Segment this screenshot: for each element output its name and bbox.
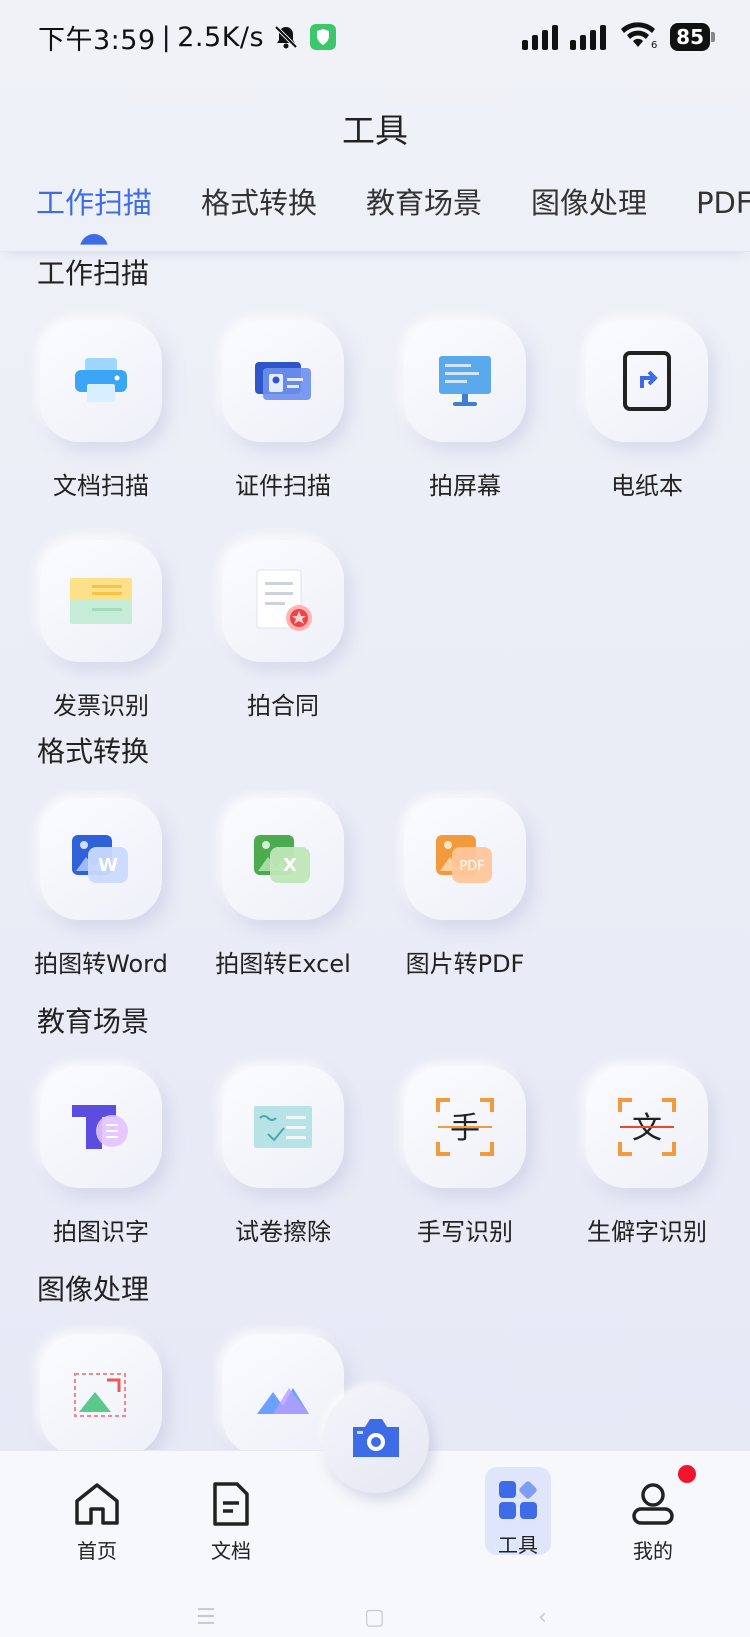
camera-icon [349,1415,403,1465]
tools-active-highlight: 工具 [485,1467,551,1557]
tool-image-to-excel[interactable]: X 拍图转Excel [192,798,374,979]
tool-text-recognition[interactable]: 拍图识字 [10,1066,192,1247]
rare-char-icon: 文 [586,1066,708,1188]
tool-document-scan[interactable]: 文档扫描 [10,320,192,501]
tool-label: 文档扫描 [53,472,149,500]
nav-label: 文档 [211,1539,251,1563]
word-badge-text: W [98,855,118,876]
category-tabs: 工作扫描 格式转换 教育场景 图像处理 PDF工 [0,180,750,252]
contract-icon [222,540,344,662]
text-recognition-icon [40,1066,162,1188]
status-time: 下午3:59 [38,24,156,56]
camera-button[interactable] [323,1387,429,1493]
tool-label: 电纸本 [611,472,683,500]
tool-image-to-word[interactable]: W 拍图转Word [10,798,192,979]
tool-image-to-pdf[interactable]: PDF 图片转PDF [374,798,556,979]
tool-contract[interactable]: 拍合同 [192,540,374,721]
tool-label: 手写识别 [417,1218,513,1246]
tool-label: 拍合同 [247,692,319,720]
system-navigation-bar: ☰ ▢ ‹ [0,1605,750,1635]
tool-label: 试卷擦除 [235,1218,331,1246]
tab-format-convert[interactable]: 格式转换 [201,180,317,251]
network-speed: 2.5K/s [177,21,265,53]
tool-label: 拍屏幕 [429,472,501,500]
tool-image-resize[interactable] [10,1334,192,1452]
excel-badge-text: X [283,855,297,876]
pdf-badge-text: PDF [459,859,484,874]
signal-icon [570,24,607,50]
invoice-icon [40,540,162,662]
tab-education[interactable]: 教育场景 [366,180,482,251]
nav-tools[interactable]: 工具 [463,1467,573,1557]
page-title: 工具 [342,111,408,150]
status-right: 6 85 [522,21,715,53]
rare-char-glyph: 文 [632,1111,662,1146]
handwriting-glyph: 手 [450,1111,480,1146]
tool-exam-erase[interactable]: 试卷擦除 [192,1066,374,1247]
handwriting-icon: 手 [404,1066,526,1188]
bell-muted-icon [272,23,300,51]
image-resize-icon [40,1334,162,1452]
status-bar: 下午3:59 | 2.5K/s 6 85 [0,0,750,74]
nav-documents[interactable]: 文档 [176,1481,286,1564]
e-ink-tablet-icon [586,320,708,442]
tool-handwriting[interactable]: 手 手写识别 [374,1066,556,1247]
nav-profile[interactable]: 我的 [598,1481,708,1564]
menu-icon[interactable]: ☰ [196,1605,216,1630]
tool-label: 发票识别 [53,692,149,720]
tool-label: 拍图识字 [53,1218,149,1246]
image-to-word-icon: W [40,798,162,920]
tool-label: 生僻字识别 [587,1218,707,1246]
nav-label: 工具 [498,1533,538,1557]
status-separator: | [161,21,172,53]
back-icon[interactable]: ‹ [538,1605,547,1630]
tool-shoot-screen[interactable]: 拍屏幕 [374,320,556,501]
nav-label: 首页 [77,1539,117,1563]
id-card-icon [222,320,344,442]
monitor-icon [404,320,526,442]
home-square-icon[interactable]: ▢ [364,1605,385,1630]
tool-id-scan[interactable]: 证件扫描 [192,320,374,501]
svg-text:6: 6 [651,40,657,49]
image-to-pdf-icon: PDF [404,798,526,920]
battery-indicator: 85 [670,23,715,51]
tool-rare-char[interactable]: 文 生僻字识别 [556,1066,738,1247]
notification-badge [678,1465,696,1483]
tool-label: 证件扫描 [235,472,331,500]
shield-icon [310,24,337,50]
section-title-format-convert: 格式转换 [37,735,150,768]
tool-invoice[interactable]: 发票识别 [10,540,192,721]
nav-label: 我的 [633,1539,673,1563]
tools-grid-icon [497,1481,539,1525]
tool-label: 拍图转Excel [215,950,351,978]
image-to-excel-icon: X [222,798,344,920]
tab-work-scan[interactable]: 工作扫描 [36,180,152,251]
wifi-icon: 6 [618,21,658,53]
home-icon [73,1483,121,1531]
signal-icon [522,24,559,50]
printer-icon [40,320,162,442]
tool-label: 图片转PDF [405,950,525,978]
tool-label: 拍图转Word [34,950,168,978]
document-icon [211,1482,251,1531]
tab-image-processing[interactable]: 图像处理 [531,180,647,251]
tools-content: 工作扫描 文档扫描 证件扫描 拍屏幕 电纸本 发票识别 拍合同 格式转换 W 拍… [0,252,750,1452]
exam-erase-icon [222,1066,344,1188]
section-title-image-processing: 图像处理 [37,1273,150,1306]
nav-home[interactable]: 首页 [42,1481,152,1564]
tool-e-ink[interactable]: 电纸本 [556,320,738,501]
user-icon [630,1483,676,1531]
section-title-education: 教育场景 [37,1005,150,1038]
tab-pdf-tools[interactable]: PDF工 [696,180,750,251]
bottom-navigation: 首页 文档 工具 我的 ☰ ▢ ‹ [0,1387,750,1637]
status-left: 下午3:59 | 2.5K/s [38,18,337,57]
section-title-work-scan: 工作扫描 [37,257,150,290]
